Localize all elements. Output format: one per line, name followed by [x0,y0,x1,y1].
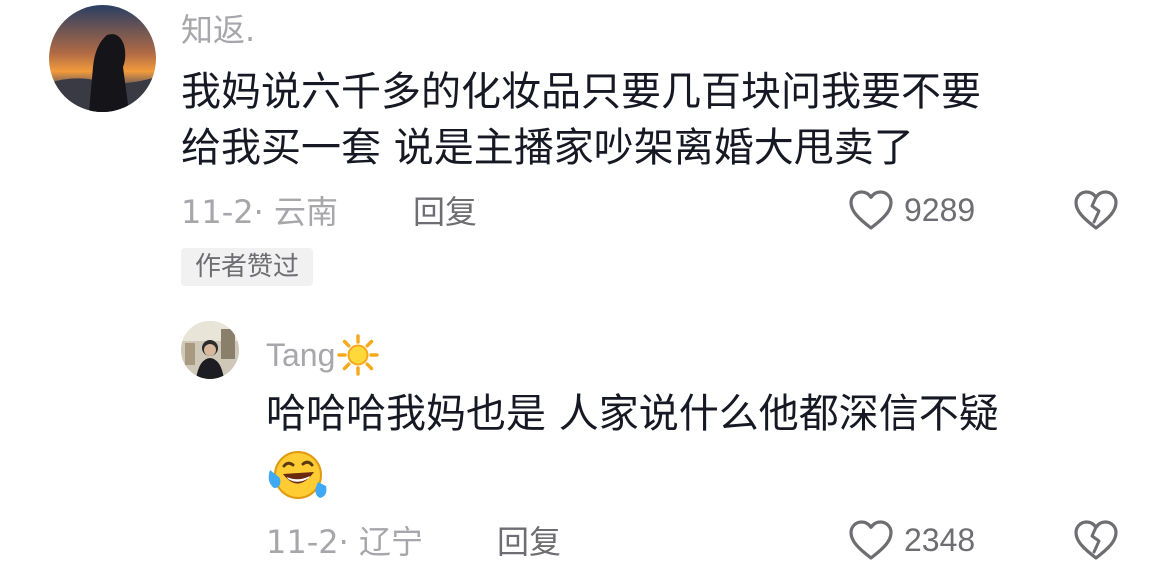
reply-avatar[interactable] [181,321,239,379]
reply-date-location: 11-2· 辽宁 [266,523,423,561]
broken-heart-icon [1074,520,1118,560]
reply-dislike-button[interactable] [1073,519,1119,565]
heart-icon [849,190,893,230]
reply-reply-button[interactable]: 回复 [497,522,561,562]
sun-icon [337,334,380,376]
comment-text-line-1: 我妈说六千多的化妆品只要几百块问我要不要 [181,69,981,115]
reply-username-text: Tang [266,337,336,373]
reply-button[interactable]: 回复 [413,192,477,232]
author-liked-badge: 作者赞过 [181,248,314,286]
comment-username[interactable]: 知返. [181,10,255,50]
like-button[interactable]: 9289 [848,189,975,231]
broken-heart-icon [1074,190,1118,230]
avatar[interactable] [49,5,156,112]
reply-like-count: 2348 [904,522,976,558]
reply-username[interactable]: Tang [266,334,380,376]
dislike-button[interactable] [1073,189,1119,235]
heart-icon [849,520,893,560]
like-count: 9289 [904,192,976,228]
comment-text-line-2: 给我买一套 说是主播家吵架离婚大甩卖了 [181,125,914,171]
reply-avatar-image [181,321,239,379]
comment-list: 知返. 我妈说六千多的化妆品只要几百块问我要不要 给我买一套 说是主播家吵架离婚… [0,0,1170,578]
reply-text: 哈哈哈我妈也是 人家说什么他都深信不疑 [266,391,999,437]
laughing-tears-emoji [266,448,328,506]
avatar-image [49,5,156,112]
reply-like-button[interactable]: 2348 [848,519,975,561]
comment-date-location: 11-2· 云南 [181,193,338,231]
